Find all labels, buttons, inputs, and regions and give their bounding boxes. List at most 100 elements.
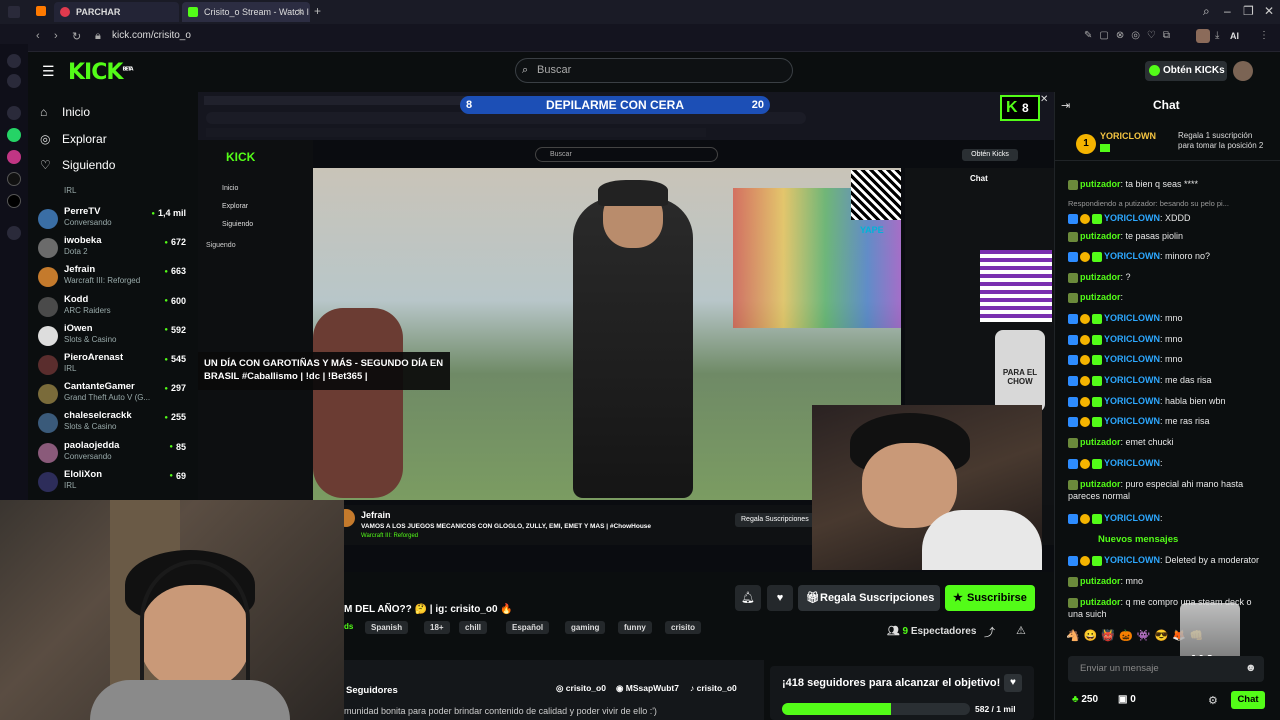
chat-username[interactable]: YORICLOWN (1104, 251, 1160, 261)
tag-chip[interactable]: Español (506, 621, 550, 634)
chat-message[interactable]: YORICLOWN: mno (1068, 333, 1268, 345)
social-tiktok[interactable]: ♪ crisito_o0 (690, 683, 737, 693)
chat-message[interactable]: YORICLOWN: habla bien wbn (1068, 395, 1268, 407)
following-channel[interactable]: KoddARC Raiders 600 (38, 292, 190, 320)
history-icon[interactable] (7, 74, 21, 88)
minimize-icon[interactable]: – (1224, 4, 1231, 18)
tag-chip[interactable]: Spanish (365, 621, 409, 634)
chat-message[interactable]: putizador: (1068, 291, 1268, 303)
subscribe-button[interactable]: ★ Suscribirse (945, 585, 1035, 611)
tag-chip[interactable]: funny (618, 621, 652, 634)
sidebar-toggle-icon[interactable] (8, 6, 20, 18)
following-channel[interactable]: PieroArenastIRL 545 (38, 350, 190, 378)
chat-message[interactable]: YORICLOWN: XDDD (1068, 212, 1268, 224)
chat-message[interactable]: YORICLOWN: Deleted by a moderator (1068, 554, 1268, 566)
share-icon[interactable]: ⤴ (984, 624, 995, 640)
whatsapp-icon[interactable] (7, 128, 21, 142)
search-input[interactable]: ⌕ Buscar (515, 58, 793, 83)
chat-send-button[interactable]: Chat (1231, 691, 1265, 709)
chat-message[interactable]: YORICLOWN: minoro no? (1068, 250, 1268, 262)
chat-username[interactable]: YORICLOWN (1104, 313, 1160, 323)
tag-chip[interactable]: chill (459, 621, 488, 634)
url-field[interactable]: kick.com/crisito_o (112, 30, 191, 41)
chat-username[interactable]: YORICLOWN (1104, 334, 1160, 344)
collapse-chat-icon[interactable]: ⇥ (1061, 99, 1070, 112)
chat-message[interactable]: YORICLOWN: me ras risa (1068, 415, 1268, 427)
chat-message[interactable]: YORICLOWN: (1068, 457, 1268, 469)
tag-chip[interactable]: 18+ (424, 621, 450, 634)
chat-username[interactable]: YORICLOWN (1104, 213, 1160, 223)
social-discord[interactable]: ◉ MSsapWubt7 (616, 683, 679, 694)
notification-bell-button[interactable]: 🔔︎ (735, 585, 761, 611)
chat-username[interactable]: YORICLOWN (1104, 375, 1160, 385)
following-channel[interactable]: CantanteGamerGrand Theft Auto V (G... 297 (38, 379, 190, 407)
chat-username[interactable]: putizador (1080, 231, 1121, 241)
chat-message[interactable]: putizador: ? (1068, 271, 1268, 283)
reload-icon[interactable]: ↻ (72, 30, 81, 43)
chat-message[interactable]: putizador: te pasas piolin (1068, 230, 1268, 242)
chat-username[interactable]: putizador (1080, 576, 1121, 586)
chat-message[interactable]: YORICLOWN: mno (1068, 312, 1268, 324)
tab-crisito-stream[interactable]: Crisito_o Stream - Watch l ✕ (182, 2, 310, 22)
channel-points[interactable]: ♣ 250 (1072, 694, 1098, 705)
following-channel[interactable]: chaleselcrackkSlots & Casino 255 (38, 408, 190, 436)
profile-avatar[interactable] (1196, 29, 1210, 43)
goal-heart-icon[interactable]: ♥ (1004, 674, 1022, 692)
social-instagram[interactable]: ◎ crisito_o0 (556, 683, 606, 694)
tab-parchar[interactable]: PARCHAR (54, 2, 179, 22)
user-avatar[interactable] (1233, 61, 1253, 81)
gift-count[interactable]: ▣ 0 (1118, 694, 1136, 705)
workspace-icon[interactable] (36, 6, 46, 16)
chat-username[interactable]: putizador (1080, 597, 1121, 607)
nav-explorar[interactable]: ◎ Explorar (40, 132, 107, 146)
chat-username[interactable]: putizador (1080, 179, 1121, 189)
chat-message[interactable]: putizador: ta bien q seas **** (1068, 178, 1268, 190)
following-channel[interactable]: IRL (38, 182, 190, 198)
chat-username[interactable]: YORICLOWN (1104, 354, 1160, 364)
following-channel[interactable]: EloliXonIRL 69 (38, 467, 190, 495)
following-channel[interactable]: iwobekaDota 2 672 (38, 233, 190, 261)
download-icon[interactable]: ⤓ (1215, 30, 1219, 41)
chat-username[interactable]: YORICLOWN (1104, 458, 1160, 468)
hamburger-icon[interactable]: ☰ (42, 63, 55, 80)
follow-heart-button[interactable]: ♥ (767, 585, 793, 611)
emoji-icon[interactable]: ☻ (1245, 662, 1257, 674)
messenger-icon[interactable] (7, 54, 21, 68)
new-tab-icon[interactable]: + (314, 4, 321, 18)
chat-settings-icon[interactable]: ⚙ (1208, 694, 1218, 707)
chat-message[interactable]: YORICLOWN: me das risa (1068, 374, 1268, 386)
gift-subs-button[interactable]: 🎁︎ Regala Suscripciones (798, 585, 940, 611)
chat-username[interactable]: YORICLOWN (1104, 513, 1160, 523)
forward-icon[interactable]: › (54, 30, 58, 42)
chat-username[interactable]: YORICLOWN (1104, 416, 1160, 426)
report-icon[interactable]: ⚠ (1016, 624, 1026, 637)
kick-logo[interactable]: KICKBETA (68, 60, 134, 85)
menu-icon[interactable]: ⋮ (1259, 30, 1269, 41)
following-channel[interactable]: PerreTVConversando 1,4 mil (38, 204, 190, 232)
chat-username[interactable]: putizador (1080, 479, 1121, 489)
gear-icon[interactable] (7, 226, 21, 240)
close-overlay-icon[interactable]: ✕ (1040, 94, 1048, 105)
chat-username[interactable]: YORICLOWN (1104, 396, 1160, 406)
instagram-icon[interactable] (7, 150, 21, 164)
chat-input[interactable]: Enviar un mensaje (1068, 656, 1264, 682)
following-channel[interactable]: iOwenSlots & Casino 592 (38, 321, 190, 349)
search-tabs-icon[interactable]: ⌕ (1203, 4, 1210, 19)
close-tab-icon[interactable]: ✕ (296, 2, 304, 22)
following-channel[interactable]: JefrainWarcraft III: Reforged 663 (38, 262, 190, 290)
chat-message[interactable]: putizador: puro especial ahi mano hasta … (1068, 478, 1268, 502)
tag-chip[interactable]: gaming (565, 621, 606, 634)
close-window-icon[interactable]: ✕ (1264, 4, 1274, 18)
following-channel[interactable]: paolaojeddaConversando 85 (38, 438, 190, 466)
ai-button[interactable]: AI (1230, 31, 1239, 41)
extension-icons[interactable]: ✎▢⊗◎♡⧉ (1084, 30, 1194, 42)
tiktok-icon[interactable] (7, 172, 21, 186)
chat-message[interactable]: putizador: mno (1068, 575, 1268, 587)
nav-inicio[interactable]: ⌂ Inicio (40, 105, 90, 119)
chat-username[interactable]: putizador (1080, 272, 1121, 282)
settings-icon[interactable] (7, 106, 21, 120)
get-kicks-button[interactable]: Obtén KICKs (1145, 61, 1227, 81)
chat-message[interactable]: putizador: emet chucki (1068, 436, 1268, 448)
nav-siguiendo[interactable]: ♡ Siguiendo (40, 158, 115, 172)
chat-message[interactable]: YORICLOWN: mno (1068, 353, 1268, 365)
